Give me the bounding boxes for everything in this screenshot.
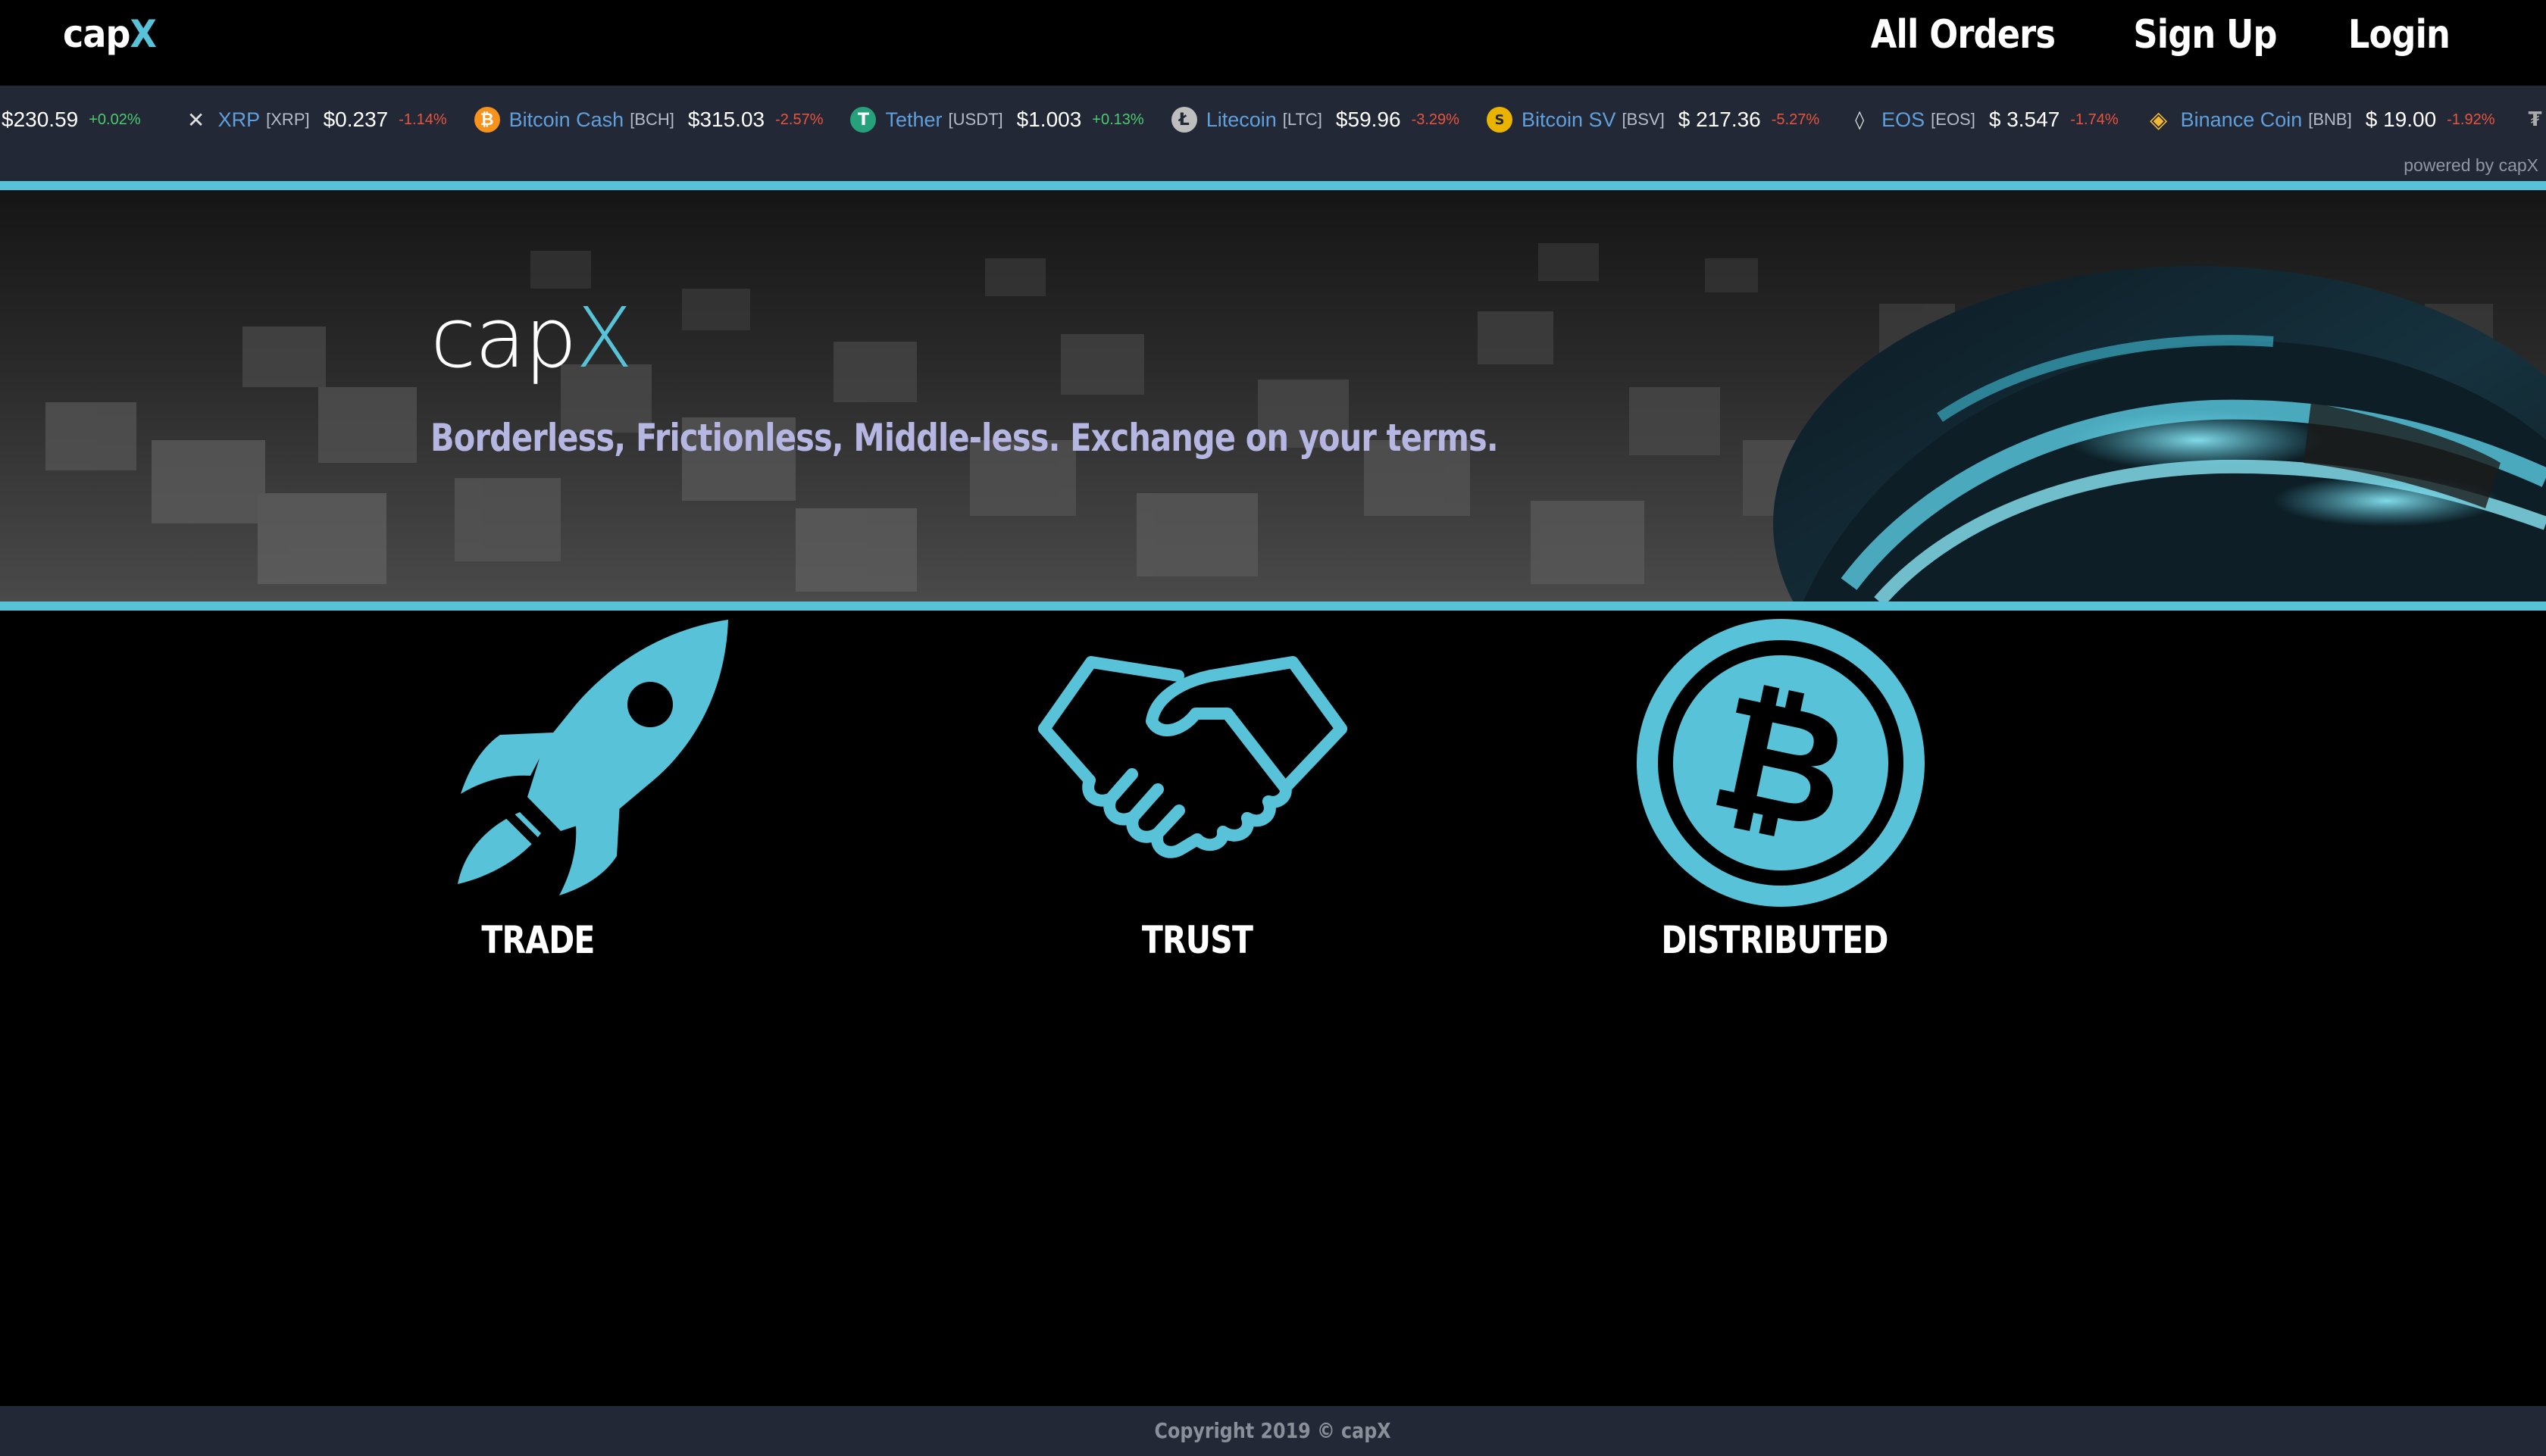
feature-label-trust: TRUST [1141, 918, 1253, 962]
powered-by-text[interactable]: powered by capX [2404, 155, 2538, 176]
login-link[interactable]: Login [2348, 5, 2451, 65]
ticker-symbol: [LTC] [1282, 110, 1322, 129]
nav-links: All Orders Sign Up Login [1856, 5, 2458, 65]
ticker-price: $ 19.00 [2365, 108, 2437, 131]
ticker-change: -5.27% [1771, 111, 1820, 128]
ticker-price: $1.003 [1016, 108, 1082, 131]
litecoin-icon: Ł [1171, 107, 1197, 133]
bitcoin-cash-icon: ₿ [474, 107, 500, 133]
ticker-name: Litecoin [1206, 108, 1277, 131]
feature-label-distributed: DISTRIBUTED [1661, 918, 1888, 962]
ticker-price: $ 217.36 [1678, 108, 1761, 131]
logo-accent: X [130, 12, 157, 56]
ticker-item-binance-coin[interactable]: ◈ Binance Coin [BNB] $ 19.00 -1.92% [2146, 86, 2495, 154]
hero-background-cubes [45, 243, 2546, 601]
ticker-symbol: [EOS] [1931, 110, 1975, 129]
ticker-item-eos[interactable]: ◊ EOS [EOS] $ 3.547 -1.74% [1847, 86, 2119, 154]
ticker-change: -3.29% [1411, 111, 1459, 128]
feature-label-trade: TRADE [481, 918, 595, 962]
binance-coin-icon: ◈ [2150, 106, 2168, 133]
handshake-icon [1038, 653, 1349, 873]
capx-logo[interactable]: capX [63, 12, 157, 56]
ticker-name: Binance Coin [2180, 108, 2303, 131]
ticker-symbol: [BNB] [2308, 110, 2352, 129]
ticker-item-bitcoin-cash[interactable]: ₿ Bitcoin Cash [BCH] $315.03 -2.57% [474, 86, 824, 154]
ticker-price: $315.03 [687, 108, 765, 131]
ticker-change: +0.13% [1092, 111, 1144, 128]
hero-title-accent: X [575, 289, 633, 386]
partial-coin-icon: ₮ [2528, 108, 2542, 131]
bitcoin-sv-icon: S [1486, 107, 1512, 133]
ticker-name: Bitcoin SV [1521, 108, 1616, 131]
ticker-change: -1.14% [399, 111, 447, 128]
ticker-symbol: [BSV] [1622, 110, 1665, 129]
ticker-change: +0.02% [89, 111, 141, 128]
ticker-symbol: [USDT] [948, 110, 1003, 129]
ticker-price: $0.237 [323, 108, 389, 131]
tether-icon: T [850, 107, 877, 133]
price-ticker: $230.59 +0.02% ✕ XRP [XRP] $0.237 -1.14%… [0, 86, 2546, 154]
ticker-item-litecoin[interactable]: Ł Litecoin [LTC] $59.96 -3.29% [1171, 86, 1459, 154]
ticker-change: -1.74% [2070, 111, 2119, 128]
eos-icon: ◊ [1855, 109, 1865, 130]
logo-text: cap [63, 12, 130, 56]
ticker-track: $230.59 +0.02% ✕ XRP [XRP] $0.237 -1.14%… [0, 86, 2546, 154]
hero-tagline: Borderless, Frictionless, Middle-less. E… [430, 416, 1499, 460]
copyright-text: Copyright 2019 © capX [1154, 1418, 1392, 1443]
hero-title-text: cap [430, 289, 577, 386]
ticker-change: -1.92% [2447, 111, 2495, 128]
xrp-icon: ✕ [186, 107, 205, 133]
ticker-price: $59.96 [1335, 108, 1401, 131]
ticker-symbol: [XRP] [266, 110, 310, 129]
ticker-item-partial[interactable]: ₮ [2523, 86, 2546, 154]
ticker-name: XRP [217, 108, 261, 131]
hero-border-bottom [0, 601, 2546, 611]
footer: Copyright 2019 © capX [0, 1406, 2546, 1456]
ticker-price: $ 3.547 [1988, 108, 2060, 131]
rocket-icon [447, 615, 735, 903]
ticker-name: EOS [1881, 108, 1925, 131]
all-orders-link[interactable]: All Orders [1871, 5, 2056, 65]
ticker-change: -2.57% [775, 111, 824, 128]
ticker-name: Bitcoin Cash [508, 108, 624, 131]
ticker-item-tether[interactable]: T Tether [USDT] $1.003 +0.13% [850, 86, 1144, 154]
ticker-price: $230.59 [2, 108, 79, 131]
ticker-item-bitcoin-sv[interactable]: S Bitcoin SV [BSV] $ 217.36 -5.27% [1486, 86, 1820, 154]
ticker-item-xrp[interactable]: ✕ XRP [XRP] $0.237 -1.14% [183, 86, 447, 154]
bitcoin-coin-icon: ₿ [1637, 619, 1925, 907]
ticker-symbol: [BCH] [630, 110, 674, 129]
hero-title: capX [430, 296, 633, 380]
powered-bar: powered by capX [0, 154, 2546, 181]
hero-border-top [0, 181, 2546, 190]
sign-up-link[interactable]: Sign Up [2133, 5, 2277, 65]
ticker-item[interactable]: $230.59 +0.02% [2, 86, 141, 154]
ticker-name: Tether [885, 108, 943, 131]
hero-banner: capX Borderless, Frictionless, Middle-le… [0, 190, 2546, 601]
top-navbar: capX All Orders Sign Up Login [0, 0, 2546, 86]
